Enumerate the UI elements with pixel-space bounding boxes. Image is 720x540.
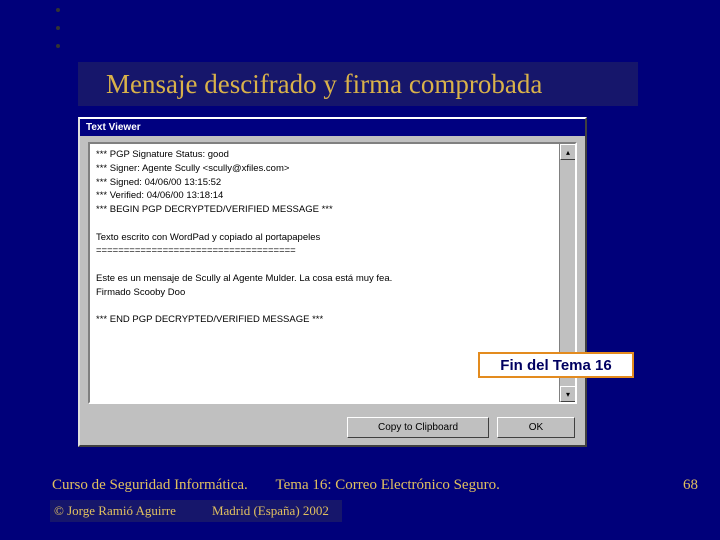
end-of-topic-label: Fin del Tema 16 (500, 357, 611, 374)
copy-to-clipboard-button[interactable]: Copy to Clipboard (347, 417, 489, 438)
scroll-down-button[interactable]: ▾ (560, 386, 576, 402)
window-titlebar: Text Viewer (80, 119, 585, 136)
decrypted-message-text: *** PGP Signature Status: good *** Signe… (90, 144, 575, 331)
text-viewer-window: Text Viewer *** PGP Signature Status: go… (78, 117, 587, 447)
topic-name: Tema 16: Correo Electrónico Seguro. (276, 477, 500, 493)
window-button-row: Copy to Clipboard OK (347, 417, 575, 438)
window-title: Text Viewer (86, 122, 141, 133)
bullet-icon (56, 8, 60, 12)
slide-title: Mensaje descifrado y firma comprobada (106, 69, 542, 100)
page-number: 68 (683, 477, 698, 494)
decorative-bullets (56, 8, 60, 62)
course-name: Curso de Seguridad Informática. (52, 477, 248, 493)
footer-line-1: Curso de Seguridad Informática. Tema 16:… (52, 477, 500, 494)
location-year: Madrid (España) 2002 (212, 503, 329, 519)
slide-title-banner: Mensaje descifrado y firma comprobada (78, 62, 638, 106)
bullet-icon (56, 26, 60, 30)
end-of-topic-box: Fin del Tema 16 (478, 352, 634, 378)
scroll-up-button[interactable]: ▴ (560, 144, 576, 160)
copyright: © Jorge Ramió Aguirre (54, 503, 176, 519)
ok-button[interactable]: OK (497, 417, 575, 438)
bullet-icon (56, 44, 60, 48)
footer-line-2: © Jorge Ramió Aguirre Madrid (España) 20… (50, 500, 342, 522)
